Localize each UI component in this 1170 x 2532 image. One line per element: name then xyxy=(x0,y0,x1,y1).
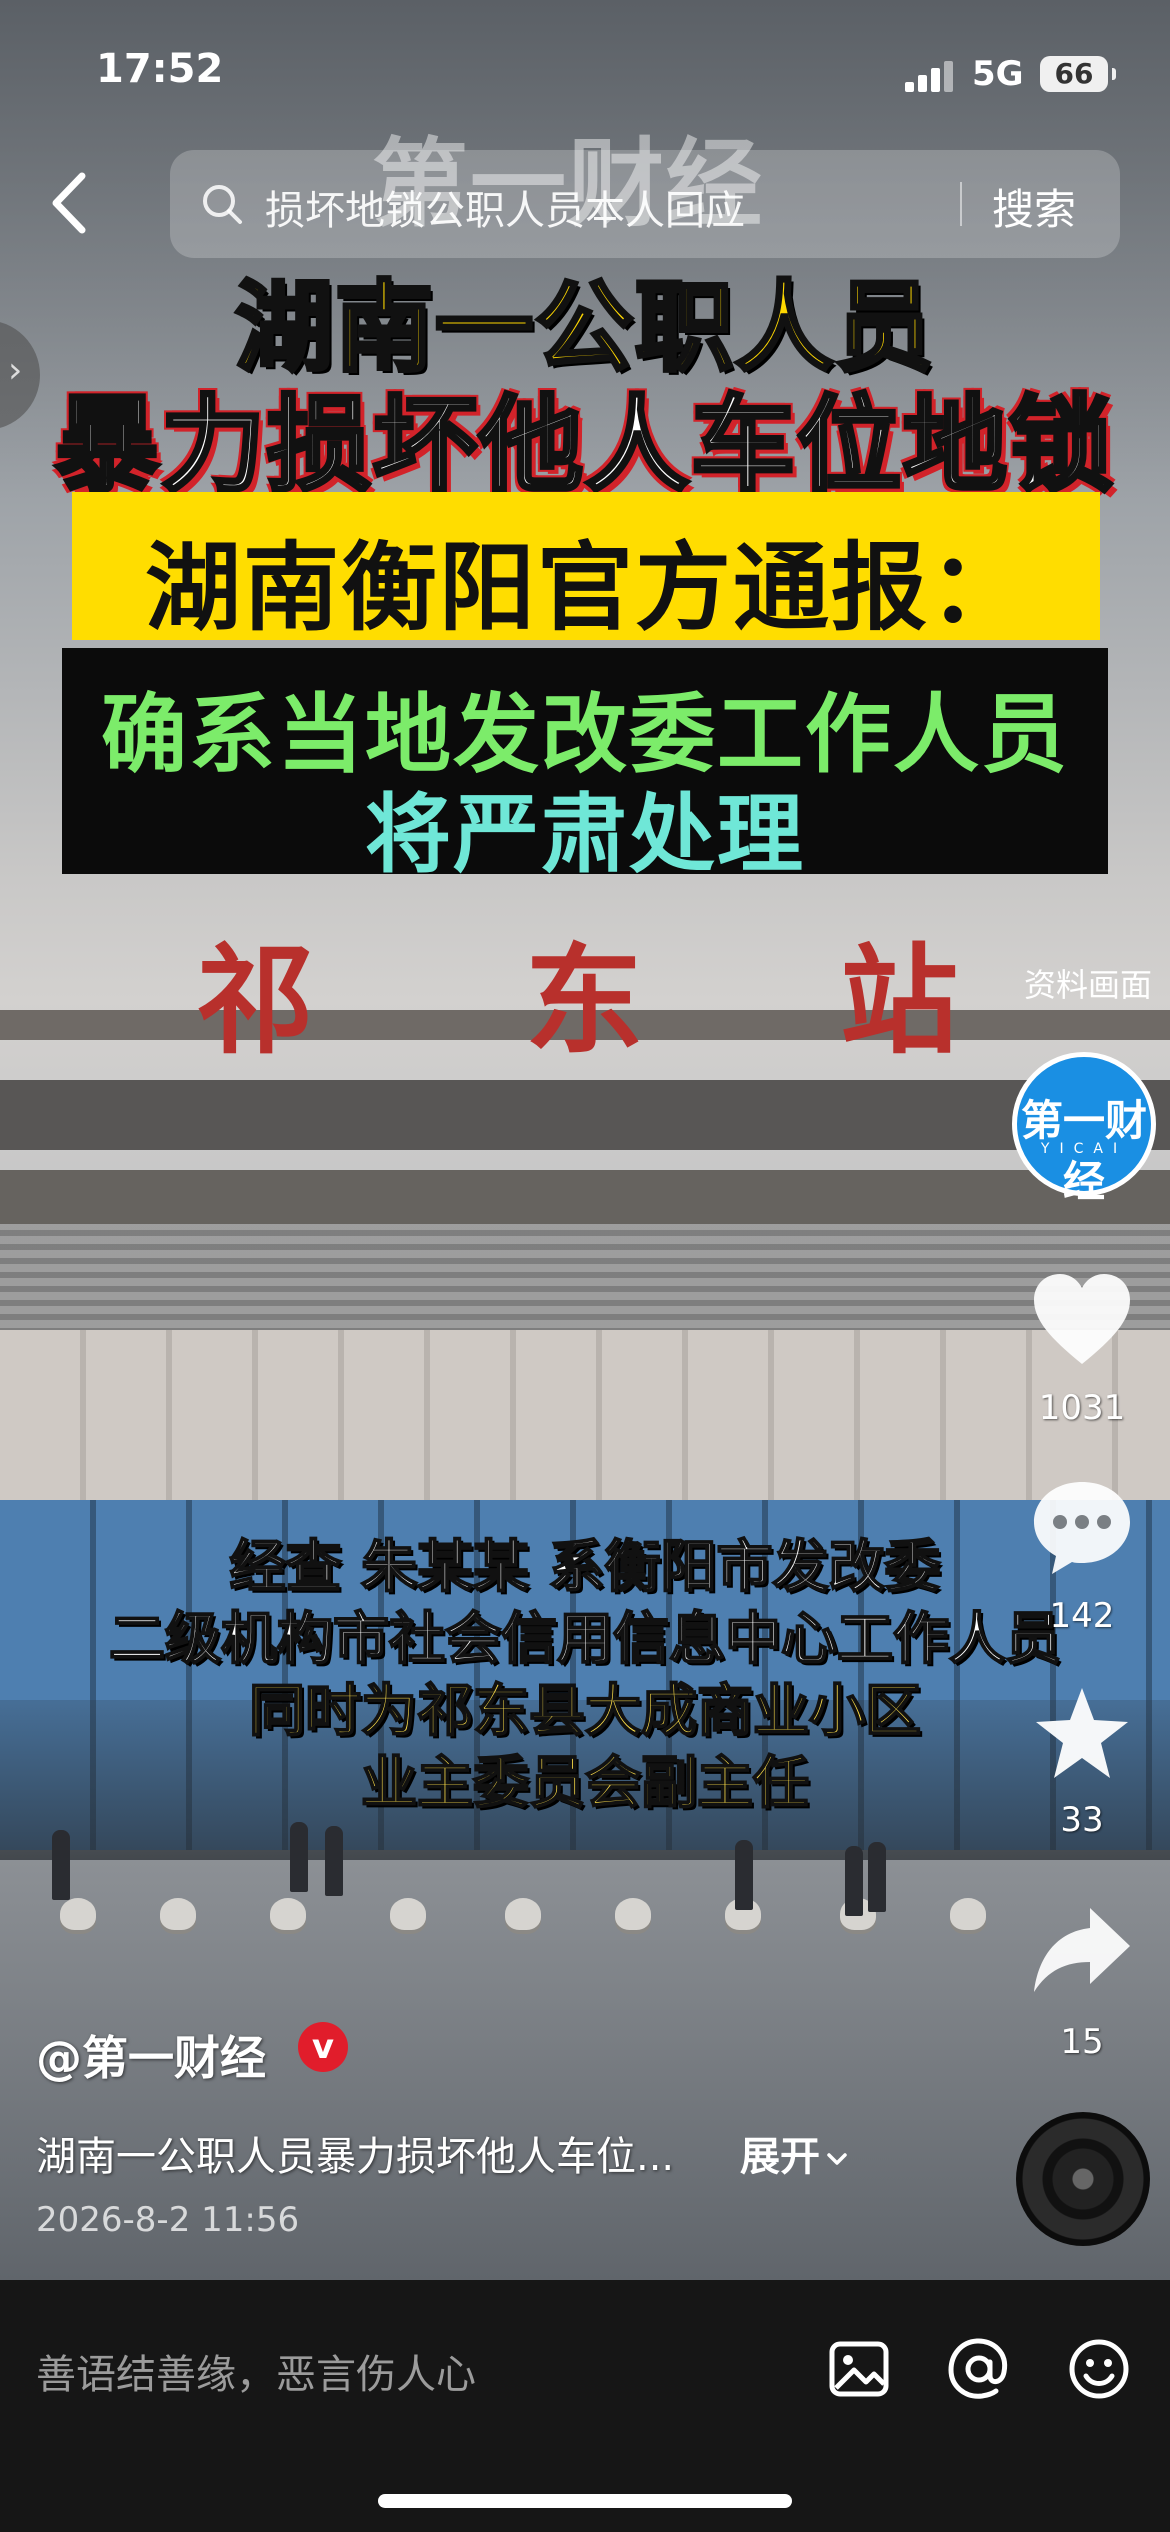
station-facade-band xyxy=(0,1080,1170,1150)
share-count: 15 xyxy=(1060,2022,1104,2062)
avatar-logo-subtext: YICAI xyxy=(1040,1141,1128,1157)
music-disc-icon[interactable] xyxy=(1016,2112,1150,2246)
battery-icon: 66 xyxy=(1040,56,1116,92)
back-button[interactable] xyxy=(40,168,100,238)
network-type: 5G xyxy=(972,54,1024,94)
station-sign-char: 东 xyxy=(525,931,648,1070)
bollard xyxy=(390,1898,426,1930)
station-sign-char: 祁 xyxy=(196,931,319,1070)
heart-icon[interactable] xyxy=(1030,1272,1134,1372)
bollard xyxy=(505,1898,541,1930)
favorite-count: 33 xyxy=(1060,1800,1104,1840)
black-banner: 确系当地发改委工作人员 将严肃处理 xyxy=(62,648,1108,885)
subtitle-line: 二级机构市社会信用信息中心工作人员 xyxy=(108,1606,1062,1673)
comment-input[interactable]: 善语结善缘，恶言伤人心 xyxy=(36,2342,476,2400)
bollard xyxy=(270,1898,306,1930)
pedestrian xyxy=(290,1822,308,1892)
subtitle-line: 同时为祁东县大成商业小区 xyxy=(248,1678,922,1745)
star-icon[interactable] xyxy=(1030,1684,1134,1784)
expand-label: 展开 xyxy=(740,2134,820,2180)
search-input[interactable]: 损坏地锁公职人员本人回应 xyxy=(265,178,745,236)
yellow-banner: 湖南衡阳官方通报： xyxy=(72,492,1100,644)
black-banner-line2: 将严肃处理 xyxy=(365,785,805,885)
pedestrian xyxy=(52,1830,70,1900)
station-louvers xyxy=(0,1224,1170,1334)
status-time: 17:52 xyxy=(96,46,224,92)
search-divider xyxy=(960,182,962,226)
video-headline-line2: 暴力损坏他人车位地锁 xyxy=(53,382,1115,508)
bollard xyxy=(950,1898,986,1930)
subtitle-line: 经查 朱某某 系衡阳市发改委 xyxy=(229,1534,942,1601)
verified-badge: v xyxy=(298,2022,348,2072)
author-avatar[interactable]: 第一财经 YICAI xyxy=(1012,1052,1156,1206)
like-count: 1031 xyxy=(1038,1388,1126,1428)
back-arrow-icon xyxy=(52,172,86,234)
station-facade-band xyxy=(0,1170,1170,1224)
author-name[interactable]: @第一财经 xyxy=(36,2022,266,2088)
search-icon xyxy=(203,185,242,224)
at-icon[interactable] xyxy=(944,2334,1014,2404)
yellow-banner-text: 湖南衡阳官方通报： xyxy=(145,532,1027,644)
expand-caption-button[interactable]: 展开 xyxy=(740,2124,850,2182)
bollard xyxy=(615,1898,651,1930)
bollard xyxy=(160,1898,196,1930)
cellular-signal-icon xyxy=(905,60,955,92)
pedestrian xyxy=(868,1842,886,1912)
image-icon[interactable] xyxy=(824,2334,894,2404)
video-feed-screen: 祁 东 站 17:52 5G 66 第一财经 损坏地锁公职人员本人回应 搜索 ›… xyxy=(0,0,1170,2532)
search-bar[interactable]: 损坏地锁公职人员本人回应 搜索 xyxy=(170,150,1120,258)
pedestrian xyxy=(735,1840,753,1910)
comment-count: 142 xyxy=(1049,1596,1115,1636)
comment-icon[interactable] xyxy=(1030,1478,1134,1578)
share-icon[interactable] xyxy=(1030,1900,1134,2000)
comment-bar: 善语结善缘，恶言伤人心 xyxy=(0,2280,1170,2532)
pedestrian xyxy=(325,1826,343,1896)
bollard xyxy=(60,1898,96,1930)
station-wall-grid xyxy=(0,1330,1170,1500)
subtitle-line: 业主委员会副主任 xyxy=(360,1750,810,1817)
station-sign-char: 站 xyxy=(840,931,963,1070)
emoji-icon[interactable] xyxy=(1064,2334,1134,2404)
chevron-down-icon xyxy=(827,2153,847,2165)
home-indicator[interactable] xyxy=(378,2494,792,2508)
post-date: 2026-8-2 11:56 xyxy=(36,2200,300,2240)
search-button[interactable]: 搜索 xyxy=(992,176,1076,237)
post-caption[interactable]: 湖南一公职人员暴力损坏他人车位... xyxy=(36,2124,674,2182)
source-note: 资料画面 xyxy=(1024,966,1153,1004)
pedestrian xyxy=(845,1846,863,1916)
